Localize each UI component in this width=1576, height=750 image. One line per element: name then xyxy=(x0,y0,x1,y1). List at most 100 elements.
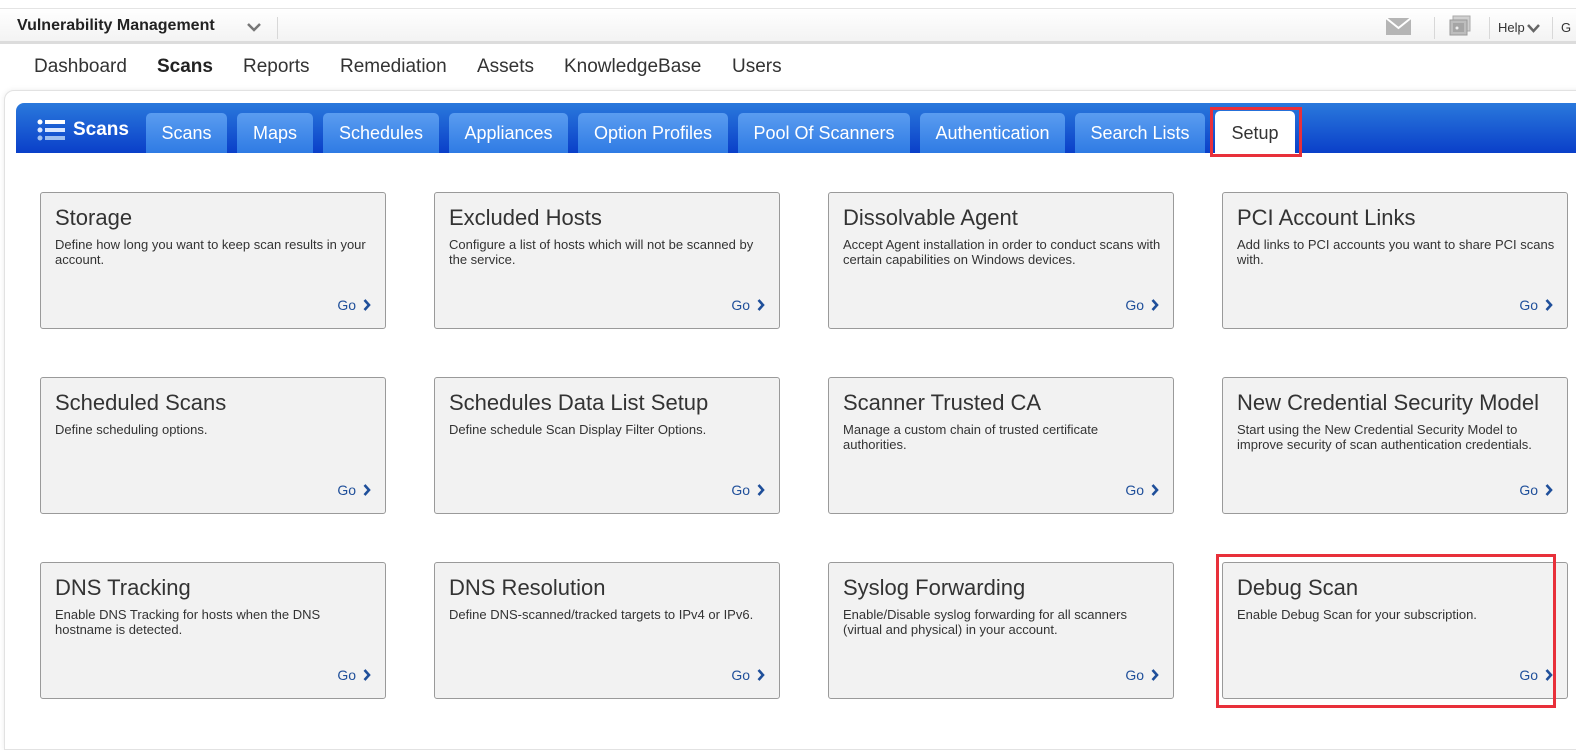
go-link[interactable]: Go xyxy=(337,297,371,313)
divider xyxy=(1489,17,1490,39)
chevron-right-icon xyxy=(1151,299,1159,311)
card-description: Define scheduling options. xyxy=(55,422,208,437)
go-link[interactable]: Go xyxy=(337,667,371,683)
card-description: Add links to PCI accounts you want to sh… xyxy=(1237,237,1555,267)
card-title: DNS Tracking xyxy=(55,575,191,600)
card-syslog-forwarding: Syslog Forwarding Enable/Disable syslog … xyxy=(828,562,1174,699)
chevron-down-icon[interactable] xyxy=(1527,24,1540,33)
card-pci-account-links: PCI Account Links Add links to PCI accou… xyxy=(1222,192,1568,329)
go-link[interactable]: Go xyxy=(1125,297,1159,313)
chevron-down-icon[interactable] xyxy=(246,21,262,33)
chevron-right-icon xyxy=(757,299,765,311)
tab-pool-of-scanners[interactable]: Pool Of Scanners xyxy=(738,113,910,153)
card-description: Enable Debug Scan for your subscription. xyxy=(1237,607,1477,622)
user-menu[interactable]: G xyxy=(1561,20,1571,35)
tab-option-profiles[interactable]: Option Profiles xyxy=(578,113,728,153)
go-label[interactable]: Go xyxy=(731,297,750,313)
help-menu[interactable]: Help xyxy=(1498,20,1525,35)
nav-assets[interactable]: Assets xyxy=(477,56,534,78)
chevron-right-icon xyxy=(363,299,371,311)
card-title: PCI Account Links xyxy=(1237,205,1416,230)
card-description: Accept Agent installation in order to co… xyxy=(843,237,1161,267)
card-title: Excluded Hosts xyxy=(449,205,602,230)
card-dns-resolution: DNS Resolution Define DNS-scanned/tracke… xyxy=(434,562,780,699)
go-label[interactable]: Go xyxy=(337,482,356,498)
chevron-right-icon xyxy=(1545,299,1553,311)
go-label[interactable]: Go xyxy=(337,297,356,313)
go-label[interactable]: Go xyxy=(731,667,750,683)
card-scanner-trusted-ca: Scanner Trusted CA Manage a custom chain… xyxy=(828,377,1174,514)
card-description: Enable DNS Tracking for hosts when the D… xyxy=(55,607,321,637)
section-label: Scans xyxy=(37,117,129,143)
card-new-credential-security-model: New Credential Security Model Start usin… xyxy=(1222,377,1568,514)
go-label[interactable]: Go xyxy=(1125,667,1144,683)
nav-dashboard[interactable]: Dashboard xyxy=(34,56,127,78)
go-label[interactable]: Go xyxy=(1519,297,1538,313)
card-description: Define how long you want to keep scan re… xyxy=(55,237,366,267)
chevron-right-icon xyxy=(1545,669,1553,681)
tab-schedules[interactable]: Schedules xyxy=(323,113,439,153)
card-title: Syslog Forwarding xyxy=(843,575,1026,600)
card-dns-tracking: DNS Tracking Enable DNS Tracking for hos… xyxy=(40,562,386,699)
tab-search-lists[interactable]: Search Lists xyxy=(1075,113,1205,153)
go-label[interactable]: Go xyxy=(1519,667,1538,683)
card-title: Scanner Trusted CA xyxy=(843,390,1042,415)
chevron-right-icon xyxy=(363,484,371,496)
go-link[interactable]: Go xyxy=(1125,482,1159,498)
chevron-right-icon xyxy=(757,669,765,681)
card-title: Dissolvable Agent xyxy=(843,205,1018,230)
photo-icon[interactable] xyxy=(1448,15,1472,37)
card-title: DNS Resolution xyxy=(449,575,606,600)
go-label[interactable]: Go xyxy=(731,482,750,498)
card-excluded-hosts: Excluded Hosts Configure a list of hosts… xyxy=(434,192,780,329)
go-label[interactable]: Go xyxy=(1125,482,1144,498)
tab-scans[interactable]: Scans xyxy=(146,113,227,153)
chevron-right-icon xyxy=(1545,484,1553,496)
card-description: Define DNS-scanned/tracked targets to IP… xyxy=(449,607,754,622)
mail-icon[interactable] xyxy=(1386,18,1411,35)
tab-appliances[interactable]: Appliances xyxy=(449,113,568,153)
card-title: Storage xyxy=(55,205,133,230)
card-description: Define schedule Scan Display Filter Opti… xyxy=(449,422,707,437)
card-title: Schedules Data List Setup xyxy=(449,390,709,415)
go-link[interactable]: Go xyxy=(1519,297,1553,313)
go-link[interactable]: Go xyxy=(1519,482,1553,498)
nav-remediation[interactable]: Remediation xyxy=(340,56,447,78)
divider xyxy=(277,17,278,39)
card-debug-scan: Debug Scan Enable Debug Scan for your su… xyxy=(1222,562,1568,699)
tab-authentication[interactable]: Authentication xyxy=(920,113,1065,153)
section-title: Scans xyxy=(73,119,129,140)
card-storage: Storage Define how long you want to keep… xyxy=(40,192,386,329)
nav-scans[interactable]: Scans xyxy=(157,56,213,78)
card-schedules-data-list-setup: Schedules Data List Setup Define schedul… xyxy=(434,377,780,514)
tab-setup[interactable]: Setup xyxy=(1215,111,1295,153)
divider xyxy=(1434,17,1435,39)
card-scheduled-scans: Scheduled Scans Define scheduling option… xyxy=(40,377,386,514)
card-dissolvable-agent: Dissolvable Agent Accept Agent installat… xyxy=(828,192,1174,329)
top-bar: Vulnerability Management Help G xyxy=(0,8,1576,44)
go-link[interactable]: Go xyxy=(731,482,765,498)
nav-users[interactable]: Users xyxy=(732,56,782,78)
app-title[interactable]: Vulnerability Management xyxy=(17,17,215,35)
go-link[interactable]: Go xyxy=(1125,667,1159,683)
go-label[interactable]: Go xyxy=(1519,482,1538,498)
tab-maps[interactable]: Maps xyxy=(237,113,313,153)
nav-knowledgebase[interactable]: KnowledgeBase xyxy=(564,56,701,78)
card-description: Configure a list of hosts which will not… xyxy=(449,237,754,267)
nav-reports[interactable]: Reports xyxy=(243,56,310,78)
card-title: New Credential Security Model xyxy=(1237,390,1540,415)
go-label[interactable]: Go xyxy=(337,667,356,683)
go-link[interactable]: Go xyxy=(731,667,765,683)
chevron-right-icon xyxy=(1151,669,1159,681)
card-description: Enable/Disable syslog forwarding for all… xyxy=(843,607,1127,637)
divider xyxy=(1552,17,1553,39)
chevron-right-icon xyxy=(757,484,765,496)
go-link[interactable]: Go xyxy=(337,482,371,498)
go-link[interactable]: Go xyxy=(1519,667,1553,683)
card-description: Manage a custom chain of trusted certifi… xyxy=(843,422,1099,452)
go-label[interactable]: Go xyxy=(1125,297,1144,313)
card-title: Debug Scan xyxy=(1237,575,1359,600)
card-title: Scheduled Scans xyxy=(55,390,227,415)
go-link[interactable]: Go xyxy=(731,297,765,313)
chevron-right-icon xyxy=(363,669,371,681)
